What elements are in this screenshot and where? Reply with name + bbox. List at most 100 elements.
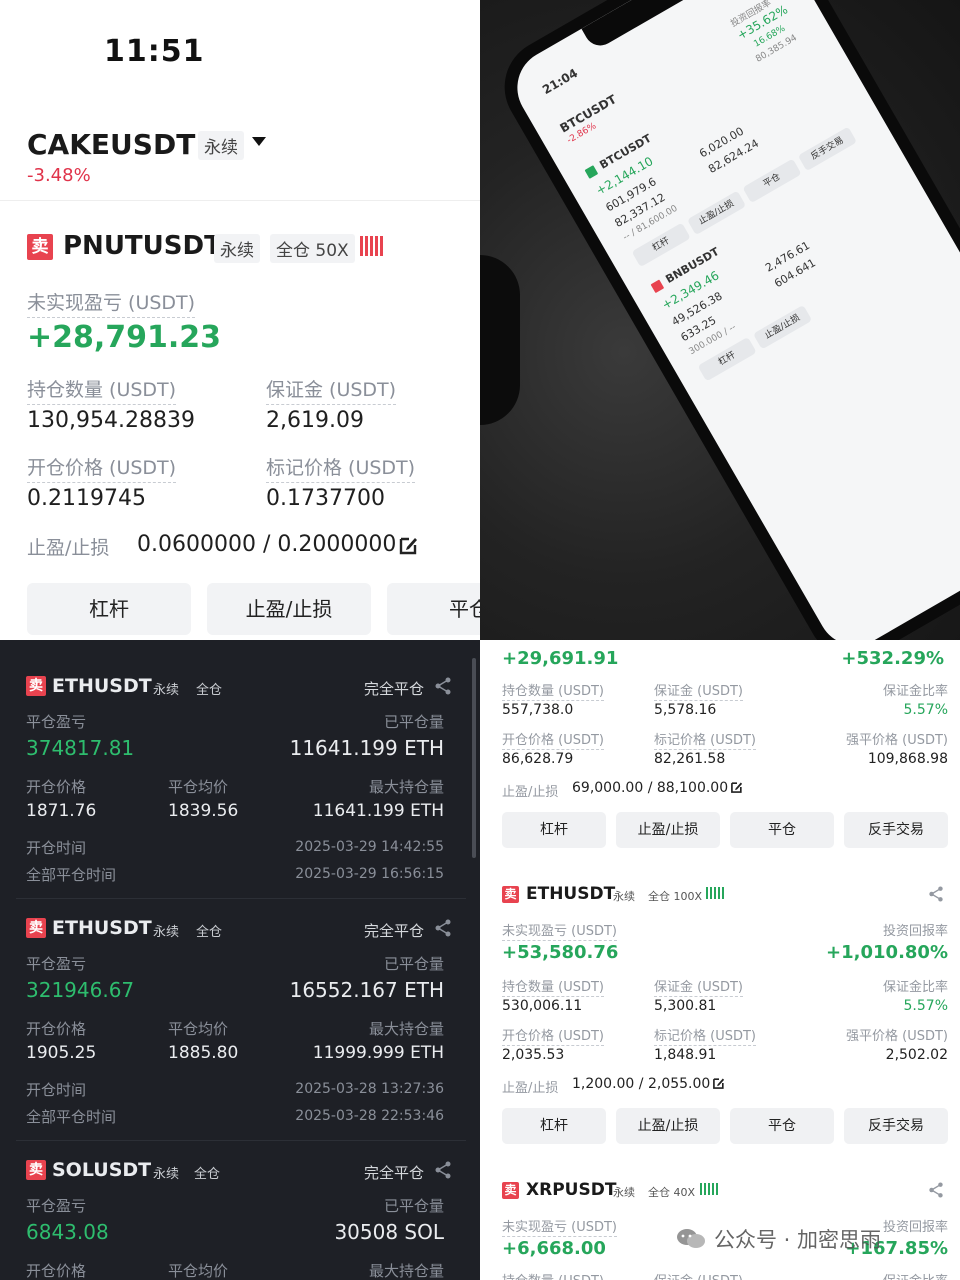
position-detail-screenshot: 11:51 CAKEUSDT 永续 -3.48% 卖 PNUTUSDT 永续 全… <box>0 0 480 640</box>
pnl-value: 6843.08 <box>26 1220 109 1244</box>
phone-device: 21:04 BTCUSDT -2.86% 投资回报率 +35.62% 16.68… <box>487 0 960 640</box>
leverage-button[interactable]: 杠杆 <box>502 812 606 848</box>
open-time-label: 开仓时间 <box>26 1081 87 1099</box>
entry-price-value: 0.2119745 <box>27 486 146 511</box>
margin-label: 保证金 (USDT) <box>654 680 743 701</box>
close-status: 完全平仓 <box>363 1164 424 1182</box>
history-card[interactable]: 卖 ETHUSDT 永续 全仓 完全平仓 平仓盈亏 已平仓量 374817.81… <box>0 640 470 884</box>
tpsl-label: 止盈/止损 <box>502 785 559 800</box>
pnl-value: 321946.67 <box>26 978 135 1002</box>
entry-price-label: 开仓价格 (USDT) <box>27 453 177 483</box>
qty-label: 持仓数量 (USDT) <box>502 1270 604 1280</box>
entry-label: 开仓价格 (USDT) <box>502 1025 604 1046</box>
avg-close-label: 平仓均价 <box>168 1020 229 1038</box>
tpsl-value: 0.0600000 / 0.2000000 <box>137 532 397 557</box>
open-price-label: 开仓价格 <box>26 778 87 796</box>
scrollbar[interactable] <box>472 658 476 858</box>
position-symbol: PNUTUSDT <box>63 231 222 261</box>
share-icon[interactable] <box>434 1161 452 1179</box>
avg-close-label: 平仓均价 <box>168 778 229 796</box>
leverage-button[interactable]: 杠杆 <box>27 583 191 635</box>
margin-label: 保证金 (USDT) <box>266 375 397 405</box>
closed-qty-value: 30508 SOL <box>334 1220 444 1244</box>
chat-bubble-icon <box>677 1229 705 1248</box>
qty-label: 持仓数量 (USDT) <box>27 375 177 405</box>
position-symbol: XRPUSDT <box>526 1180 617 1200</box>
open-price-value: 1871.76 <box>26 801 97 821</box>
max-position-label: 最大持仓量 <box>368 1020 444 1038</box>
mark-value: 1,848.91 <box>654 1047 717 1063</box>
pair-change: -3.48% <box>27 165 91 186</box>
buy-badge <box>584 165 599 179</box>
photo-reverse-button[interactable]: 反手交易 <box>797 126 858 172</box>
reverse-trade-button[interactable]: 反手交易 <box>844 812 948 848</box>
open-price-value: 1905.25 <box>26 1043 97 1063</box>
close-time-value: 2025-03-29 16:56:15 <box>295 866 444 882</box>
history-card[interactable]: 卖 ETHUSDT 永续 全仓 完全平仓 平仓盈亏 已平仓量 321946.67… <box>0 882 470 1126</box>
leverage-bars-icon <box>700 1183 718 1195</box>
close-position-button[interactable]: 平仓 <box>730 812 834 848</box>
margin-ratio-label: 保证金比率 <box>883 1270 948 1280</box>
pnl-value: 374817.81 <box>26 736 135 760</box>
pnl-label: 平仓盈亏 <box>26 955 87 973</box>
share-icon[interactable] <box>928 1182 944 1198</box>
perpetual-tag: 永续 <box>153 683 180 698</box>
reverse-trade-button[interactable]: 反手交易 <box>844 1108 948 1144</box>
pnl-value: +6,668.00 <box>502 1238 606 1259</box>
margin-mode-tag: 全仓 <box>194 1167 221 1182</box>
sell-badge <box>650 279 665 294</box>
margin-mode-tag: 全仓 <box>196 925 223 940</box>
edit-icon[interactable] <box>712 1076 726 1090</box>
avg-close-value: 1885.80 <box>168 1043 239 1063</box>
edit-icon[interactable] <box>398 534 420 556</box>
watermark: 公众号 · 加密思雨 <box>676 1224 881 1254</box>
max-position-value: 11999.999 ETH <box>312 1043 444 1063</box>
edit-icon[interactable] <box>730 780 744 794</box>
margin-ratio-label: 保证金比率 <box>882 980 948 995</box>
close-status: 完全平仓 <box>363 922 424 940</box>
close-time-value: 2025-03-28 22:53:46 <box>295 1108 444 1124</box>
photo-time: 21:04 <box>540 65 581 98</box>
photo-close-button[interactable]: 平仓 <box>742 158 802 204</box>
pnl-label: 未实现盈亏 (USDT) <box>502 920 617 941</box>
sell-badge: 卖 <box>502 886 519 903</box>
caret-down-icon[interactable] <box>252 137 266 146</box>
avg-close-value: 1839.56 <box>168 801 239 821</box>
pair-title[interactable]: CAKEUSDT <box>27 128 195 161</box>
share-icon[interactable] <box>434 919 452 937</box>
photo-tpsl-button[interactable]: 止盈/止损 <box>686 190 747 236</box>
closed-qty-value: 16552.167 ETH <box>289 978 444 1002</box>
closed-positions-screenshot: 卖 ETHUSDT 永续 全仓 完全平仓 平仓盈亏 已平仓量 374817.81… <box>0 640 480 1280</box>
margin-ratio-value: 5.57% <box>903 998 948 1014</box>
margin-mode-tag: 全仓 <box>196 683 223 698</box>
sell-badge: 卖 <box>26 918 46 938</box>
sell-badge: 卖 <box>26 676 46 696</box>
tpsl-button[interactable]: 止盈/止损 <box>207 583 371 635</box>
pnl-label: 平仓盈亏 <box>26 713 87 731</box>
leverage-button[interactable]: 杠杆 <box>502 1108 606 1144</box>
leverage-bars-icon <box>706 887 724 899</box>
margin-mode-tag: 全仓 40X <box>648 1186 696 1199</box>
mark-price-value: 0.1737700 <box>266 486 385 511</box>
unrealized-pnl-label: 未实现盈亏 (USDT) <box>27 288 196 318</box>
close-position-button[interactable]: 平仓 <box>387 583 480 635</box>
history-card[interactable]: 卖 SOLUSDT 永续 全仓 完全平仓 平仓盈亏 已平仓量 6843.08 3… <box>0 1124 470 1280</box>
liq-label: 强平价格 (USDT) <box>846 733 948 748</box>
positions-list-screenshot: +29,691.91 +532.29% 持仓数量 (USDT) 保证金 (USD… <box>480 640 960 1280</box>
pnl-label: 平仓盈亏 <box>26 1197 87 1215</box>
share-icon[interactable] <box>928 886 944 902</box>
roi-value: +1,010.80% <box>826 942 948 963</box>
margin-value: 5,300.81 <box>654 998 717 1014</box>
margin-label: 保证金 (USDT) <box>654 1270 743 1280</box>
tpsl-button[interactable]: 止盈/止损 <box>616 812 720 848</box>
perpetual-tag: 永续 <box>214 234 260 263</box>
close-position-button[interactable]: 平仓 <box>730 1108 834 1144</box>
margin-ratio-label: 保证金比率 <box>882 684 948 699</box>
closed-qty-label: 已平仓量 <box>383 713 444 731</box>
tpsl-label: 止盈/止损 <box>27 537 110 559</box>
roi-label: 投资回报率 <box>882 924 948 939</box>
tpsl-button[interactable]: 止盈/止损 <box>616 1108 720 1144</box>
photo-tpsl-button-2[interactable]: 止盈/止损 <box>752 304 813 350</box>
share-icon[interactable] <box>434 677 452 695</box>
closed-qty-label: 已平仓量 <box>383 955 444 973</box>
